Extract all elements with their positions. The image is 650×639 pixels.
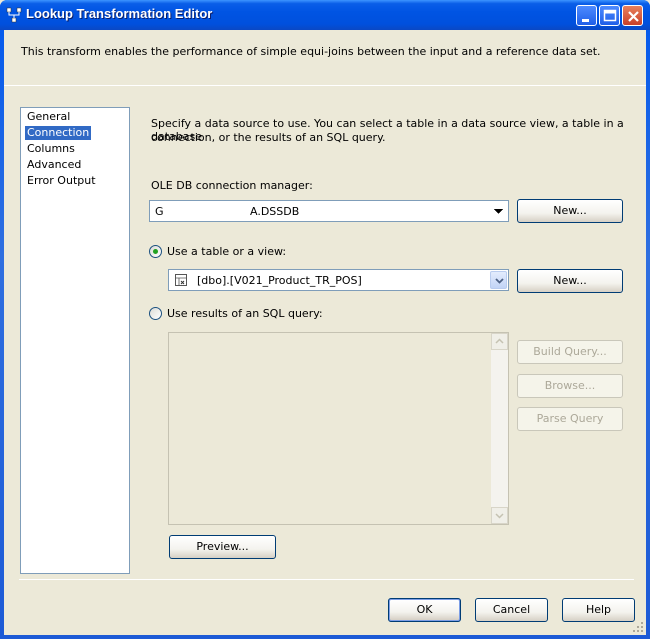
resize-grip-icon[interactable] — [632, 621, 644, 633]
description-area: This transform enables the performance o… — [4, 30, 646, 85]
page-list: General Connection Columns Advanced Erro… — [20, 107, 130, 574]
preview-button[interactable]: Preview... — [169, 535, 276, 559]
scroll-up-icon[interactable] — [491, 333, 508, 350]
window-title: Lookup Transformation Editor — [26, 6, 213, 21]
transform-description: This transform enables the performance o… — [21, 45, 601, 58]
ok-button[interactable]: OK — [388, 598, 461, 622]
use-table-radio[interactable] — [149, 245, 162, 258]
parse-query-button[interactable]: Parse Query — [517, 407, 623, 431]
footer-divider — [19, 579, 634, 580]
radio-selected-dot — [153, 249, 158, 254]
nav-item-connection[interactable]: Connection — [25, 126, 92, 140]
nav-item-advanced[interactable]: Advanced — [25, 158, 83, 172]
table-icon — [174, 273, 188, 287]
build-query-button[interactable]: Build Query... — [517, 340, 623, 364]
use-table-label: Use a table or a view: — [167, 245, 287, 258]
header-divider — [4, 85, 646, 86]
use-sql-radio[interactable] — [149, 307, 162, 320]
nav-item-columns[interactable]: Columns — [25, 142, 77, 156]
maximize-button[interactable] — [599, 5, 620, 26]
minimize-button[interactable] — [576, 5, 597, 26]
lookup-editor-window: Lookup Transformation Editor This transf… — [0, 0, 650, 639]
chevron-down-icon[interactable] — [490, 271, 507, 289]
nav-item-error-output[interactable]: Error Output — [25, 174, 98, 188]
dialog-body: This transform enables the performance o… — [4, 30, 646, 635]
table-new-button[interactable]: New... — [517, 269, 623, 293]
help-button[interactable]: Help — [562, 598, 635, 622]
connection-manager-value-suffix: A.DSSDB — [250, 205, 300, 218]
use-sql-label: Use results of an SQL query: — [167, 307, 323, 320]
close-button[interactable] — [622, 5, 643, 26]
table-value: [dbo].[V021_Product_TR_POS] — [197, 274, 362, 287]
chevron-down-icon[interactable] — [490, 202, 507, 220]
instructions-line-2: connection, or the results of an SQL que… — [151, 131, 386, 144]
table-combo[interactable]: [dbo].[V021_Product_TR_POS] — [168, 269, 509, 291]
connection-new-button[interactable]: New... — [517, 199, 623, 223]
sql-scrollbar[interactable] — [491, 333, 508, 524]
connection-manager-combo[interactable]: G A.DSSDB — [149, 200, 509, 222]
scroll-down-icon[interactable] — [491, 507, 508, 524]
nav-item-general[interactable]: General — [25, 110, 72, 124]
title-bar[interactable]: Lookup Transformation Editor — [0, 0, 650, 30]
connection-manager-label: OLE DB connection manager: — [151, 179, 313, 192]
connection-manager-value-prefix: G — [155, 205, 164, 218]
sql-query-textbox[interactable] — [168, 332, 509, 525]
transform-icon — [6, 7, 22, 23]
browse-button[interactable]: Browse... — [517, 374, 623, 398]
cancel-button[interactable]: Cancel — [475, 598, 548, 622]
